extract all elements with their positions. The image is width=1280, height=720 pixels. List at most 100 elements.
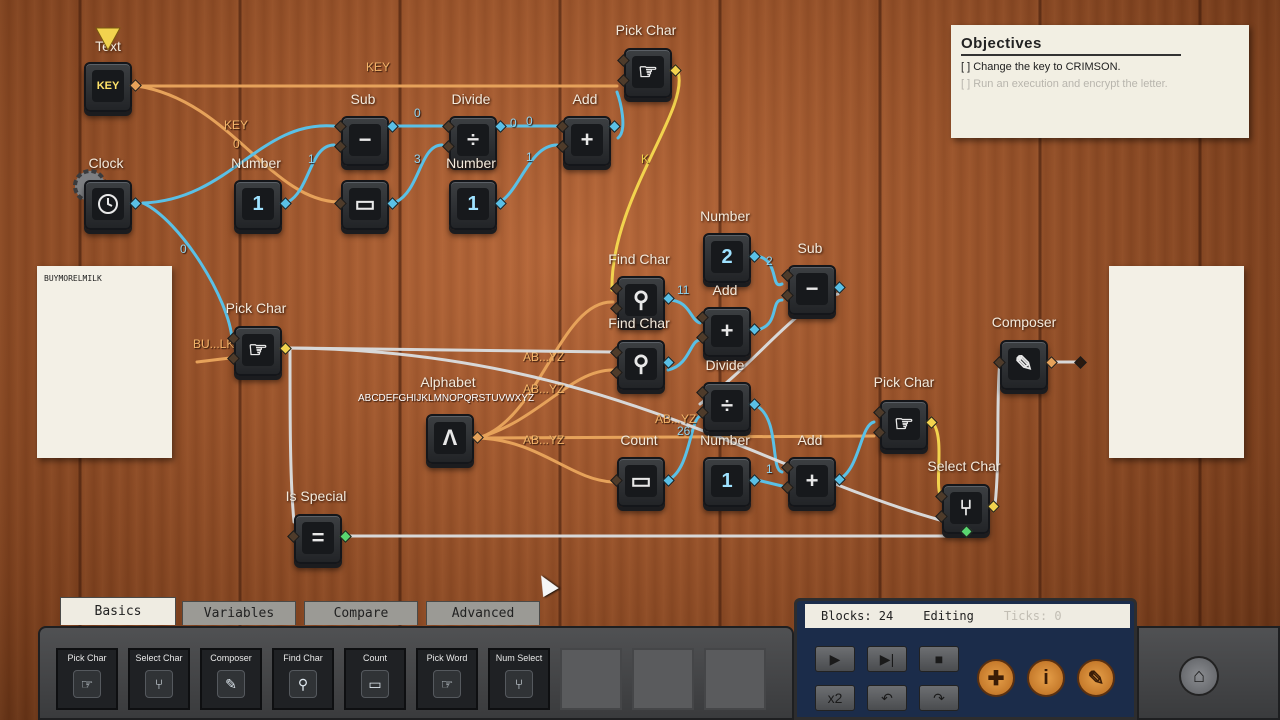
node-label: Find Char — [608, 315, 670, 331]
node-block[interactable]: ☞ — [234, 326, 282, 376]
ruler-icon: ▭ — [361, 670, 389, 698]
tool-num-select[interactable]: Num Select ⑂ — [488, 648, 550, 710]
node-label: Add — [712, 282, 738, 298]
puzzle-icon[interactable]: ✚ — [977, 659, 1015, 697]
wire-label: 11 — [677, 283, 690, 297]
node-block[interactable]: ☞ — [624, 48, 672, 98]
tool-label: Select Char — [135, 653, 183, 663]
node-label: Sub — [350, 91, 376, 107]
node-block[interactable]: ⚲ — [617, 340, 665, 390]
home-icon[interactable]: ⌂ — [1179, 656, 1219, 696]
node-block[interactable]: 1 — [449, 180, 497, 230]
wire-label: 0 — [414, 106, 421, 120]
tool-pick-char[interactable]: Pick Char ☞ — [56, 648, 118, 710]
tool-pick-word[interactable]: Pick Word ☞ — [416, 648, 478, 710]
node-block[interactable]: = — [294, 514, 342, 564]
magnifier-icon: ⚲ — [289, 670, 317, 698]
node-label: Number — [700, 432, 750, 448]
node-block[interactable]: + — [563, 116, 611, 166]
wire-add3-pickchar — [836, 420, 876, 482]
redo-button[interactable]: ↷ — [919, 685, 959, 711]
tool-find-char[interactable]: Find Char ⚲ — [272, 648, 334, 710]
wire-label: 1 — [526, 150, 533, 164]
node-block[interactable]: ▭ — [341, 180, 389, 230]
execution-panel: Blocks: 24 Editing Ticks: 0 ▶ ▶| ■ x2 ↶ … — [794, 598, 1137, 720]
node-label: Find Char — [608, 251, 670, 267]
tool-composer[interactable]: Composer ✎ — [200, 648, 262, 710]
play-button[interactable]: ▶ — [815, 646, 855, 672]
status-bar: Blocks: 24 Editing Ticks: 0 — [805, 604, 1130, 628]
stop-button[interactable]: ■ — [919, 646, 959, 672]
equals-icon: = — [302, 522, 334, 554]
node-block[interactable] — [84, 180, 132, 230]
wire-label: 3 — [414, 152, 421, 166]
tool-select-char[interactable]: Select Char ⑂ — [128, 648, 190, 710]
wire-add-sub — [755, 298, 784, 332]
tool-label: Num Select — [495, 653, 543, 663]
wire-label: 0 — [233, 137, 240, 151]
tool-label: Count — [362, 653, 388, 663]
plus-icon: + — [796, 465, 828, 497]
node-block[interactable]: − — [341, 116, 389, 166]
selection-arrow-icon — [95, 27, 121, 52]
wire-alphabet-findchar2 — [476, 368, 615, 440]
feather-icon: ✎ — [217, 670, 245, 698]
node-block[interactable]: + — [788, 457, 836, 507]
step-button[interactable]: ▶| — [867, 646, 907, 672]
node-label: Number — [446, 155, 496, 171]
magnifier-icon: ⚲ — [625, 284, 657, 316]
lambda-icon: Λ — [434, 422, 466, 454]
tool-label: Find Char — [283, 653, 323, 663]
speed-button[interactable]: x2 — [815, 685, 855, 711]
wire-findchar1-add — [666, 298, 702, 325]
node-block[interactable]: ▭ — [617, 457, 665, 507]
node-block[interactable]: 2 — [703, 233, 751, 283]
node-block[interactable]: 1 — [703, 457, 751, 507]
wire-input-to-pickchar — [195, 356, 232, 364]
wire-label: KEY — [366, 60, 391, 74]
output-letter[interactable] — [1109, 266, 1244, 458]
node-block[interactable]: ÷ — [703, 382, 751, 432]
wire-label: AB...YZ — [523, 433, 565, 447]
tool-label: Pick Word — [426, 653, 468, 663]
plus-icon: + — [571, 124, 603, 156]
node-block[interactable]: − — [788, 265, 836, 315]
wire-label: AB...YZ — [655, 412, 697, 426]
input-letter[interactable]: BUYMORELMILK — [37, 266, 172, 458]
info-icon[interactable]: i — [1027, 659, 1065, 697]
empty-slot — [704, 648, 766, 710]
wire-findchar2-add — [666, 338, 702, 372]
mouse-cursor — [533, 570, 559, 598]
tool-label: Composer — [210, 653, 252, 663]
node-label: Divide — [451, 91, 491, 107]
objective-item: [ ] Change the key to CRIMSON. — [961, 61, 1121, 73]
output-terminal[interactable] — [1074, 356, 1087, 369]
node-block[interactable]: KEY — [84, 62, 132, 112]
objective-item: [ ] Run an execution and encrypt the let… — [961, 78, 1168, 90]
fork-icon: ⑂ — [505, 670, 533, 698]
node-label: Number — [700, 208, 750, 224]
objectives-panel: Objectives [ ] Change the key to CRIMSON… — [951, 25, 1249, 138]
mode-status: Editing — [923, 609, 974, 623]
feather-icon: ✎ — [1008, 348, 1040, 380]
pencil-icon[interactable]: ✎ — [1077, 659, 1115, 697]
tab-compare[interactable]: Compare — [304, 601, 418, 625]
node-label: Composer — [991, 314, 1057, 330]
tab-advanced[interactable]: Advanced — [426, 601, 540, 625]
hand-icon: ☞ — [888, 408, 920, 440]
node-block[interactable]: 1 — [234, 180, 282, 230]
block-toolbox: Pick Char ☞ Select Char ⑂ Composer ✎ Fin… — [38, 626, 794, 720]
tab-variables[interactable]: Variables — [182, 601, 296, 625]
node-block[interactable]: ✎ — [1000, 340, 1048, 390]
wire-label: 1 — [766, 462, 773, 476]
clock-icon — [92, 188, 124, 220]
node-label: Divide — [705, 357, 745, 373]
undo-button[interactable]: ↶ — [867, 685, 907, 711]
node-block[interactable]: + — [703, 307, 751, 357]
minus-icon: − — [349, 124, 381, 156]
tool-count[interactable]: Count ▭ — [344, 648, 406, 710]
node-block[interactable]: ☞ — [880, 400, 928, 450]
wire-label: 1 — [308, 152, 315, 166]
node-block[interactable]: Λ — [426, 414, 474, 464]
tab-basics[interactable]: Basics — [60, 597, 176, 625]
